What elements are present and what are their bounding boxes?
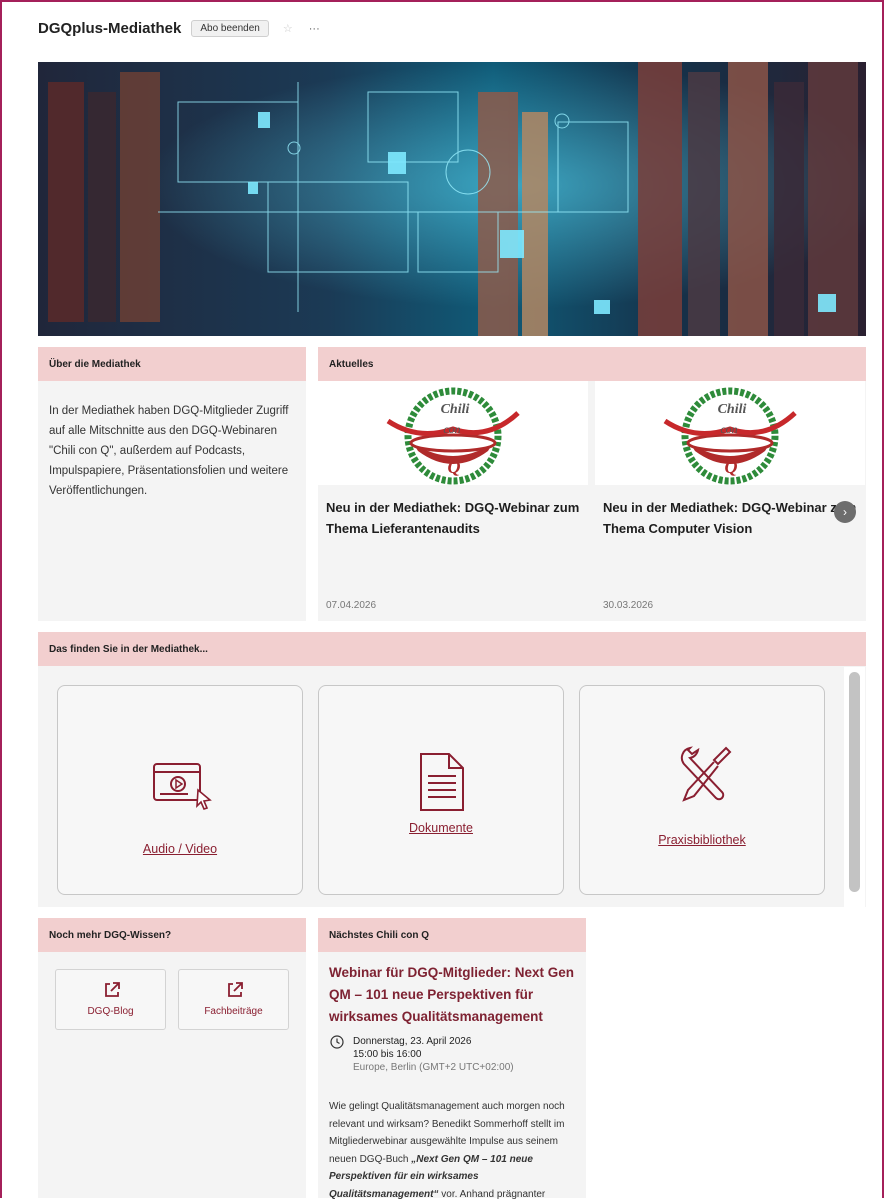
logo-chili-text: Chili: [718, 402, 747, 417]
news-title[interactable]: Neu in der Mediathek: DGQ-Webinar zum Th…: [595, 485, 865, 539]
event-timezone: Europe, Berlin (GMT+2 UTC+02:00): [353, 1062, 514, 1073]
document-icon: [420, 753, 464, 811]
event-datetime: Donnerstag, 23. April 2026 15:00 bis 16:…: [353, 1035, 514, 1074]
dgq-blog-button[interactable]: DGQ-Blog: [55, 969, 166, 1030]
about-panel: Über die Mediathek In der Mediathek habe…: [38, 347, 306, 621]
tile-praxisbibliothek[interactable]: Praxisbibliothek: [579, 685, 825, 895]
news-heading: Aktuelles: [318, 347, 866, 381]
news-date: 07.04.2026: [326, 600, 377, 611]
news-panel: Aktuelles Chili con Q Neu in der Mediath…: [318, 347, 866, 621]
star-icon[interactable]: ☆: [283, 22, 293, 35]
chili-logo-icon: Chili con Q: [386, 387, 520, 485]
tile-dokumente-link[interactable]: Dokumente: [319, 821, 563, 835]
header-bar: DGQplus-Mediathek Abo beenden ☆ ···: [38, 20, 320, 37]
clock-icon: [330, 1035, 344, 1049]
about-text: In der Mediathek haben DGQ-Mitglieder Zu…: [49, 405, 289, 497]
tile-dokumente[interactable]: Dokumente: [318, 685, 564, 895]
event-time: 15:00 bis 16:00: [353, 1049, 422, 1060]
tile-audio-video[interactable]: Audio / Video: [57, 685, 303, 895]
next-event-heading: Nächstes Chili con Q: [318, 918, 586, 952]
chevron-right-icon: ›: [843, 505, 847, 519]
logo-con-text: con: [443, 422, 460, 436]
logo-chili-text: Chili: [441, 402, 470, 417]
video-player-icon: [153, 763, 212, 810]
fachbeitraege-button[interactable]: Fachbeiträge: [178, 969, 289, 1030]
carousel-next-button[interactable]: ›: [834, 501, 856, 523]
external-link-icon: [105, 982, 120, 997]
more-options-button[interactable]: ···: [309, 23, 320, 35]
event-date: Donnerstag, 23. April 2026: [353, 1036, 472, 1047]
tile-praxisbibliothek-link[interactable]: Praxisbibliothek: [580, 833, 824, 847]
news-date: 30.03.2026: [603, 600, 654, 611]
news-title[interactable]: Neu in der Mediathek: DGQ-Webinar zum Th…: [318, 485, 588, 539]
chili-logo-icon: Chili con Q: [663, 387, 797, 485]
chili-con-q-logo: Chili con Q: [595, 381, 865, 485]
more-knowledge-panel: Noch mehr DGQ-Wissen?: [38, 918, 306, 1198]
event-title[interactable]: Webinar für DGQ-Mitglieder: Next Gen QM …: [329, 962, 577, 1028]
hero-image: [38, 62, 866, 336]
contents-heading: Das finden Sie in der Mediathek...: [38, 632, 866, 666]
tools-icon: [680, 746, 732, 802]
news-card[interactable]: Chili con Q Neu in der Mediathek: DGQ-We…: [318, 381, 588, 621]
tile-audio-video-link[interactable]: Audio / Video: [58, 842, 302, 856]
event-description: Wie gelingt Qualitätsmanagement auch mor…: [329, 1098, 574, 1203]
about-heading: Über die Mediathek: [38, 347, 306, 381]
site-title: DGQplus-Mediathek: [38, 20, 182, 37]
news-card[interactable]: Chili con Q Neu in der Mediathek: DGQ-We…: [595, 381, 865, 621]
dgq-blog-label[interactable]: DGQ-Blog: [56, 1006, 165, 1017]
fachbeitraege-label[interactable]: Fachbeiträge: [179, 1006, 288, 1017]
logo-q-text: Q: [725, 457, 738, 477]
logo-con-text: con: [720, 422, 737, 436]
hero-library-illustration: [38, 62, 866, 336]
logo-q-text: Q: [448, 457, 461, 477]
scrollbar-thumb[interactable]: [849, 672, 860, 892]
chili-con-q-logo: Chili con Q: [318, 381, 588, 485]
more-knowledge-heading: Noch mehr DGQ-Wissen?: [38, 918, 306, 952]
external-link-icon: [228, 982, 243, 997]
unsubscribe-button[interactable]: Abo beenden: [191, 20, 269, 37]
